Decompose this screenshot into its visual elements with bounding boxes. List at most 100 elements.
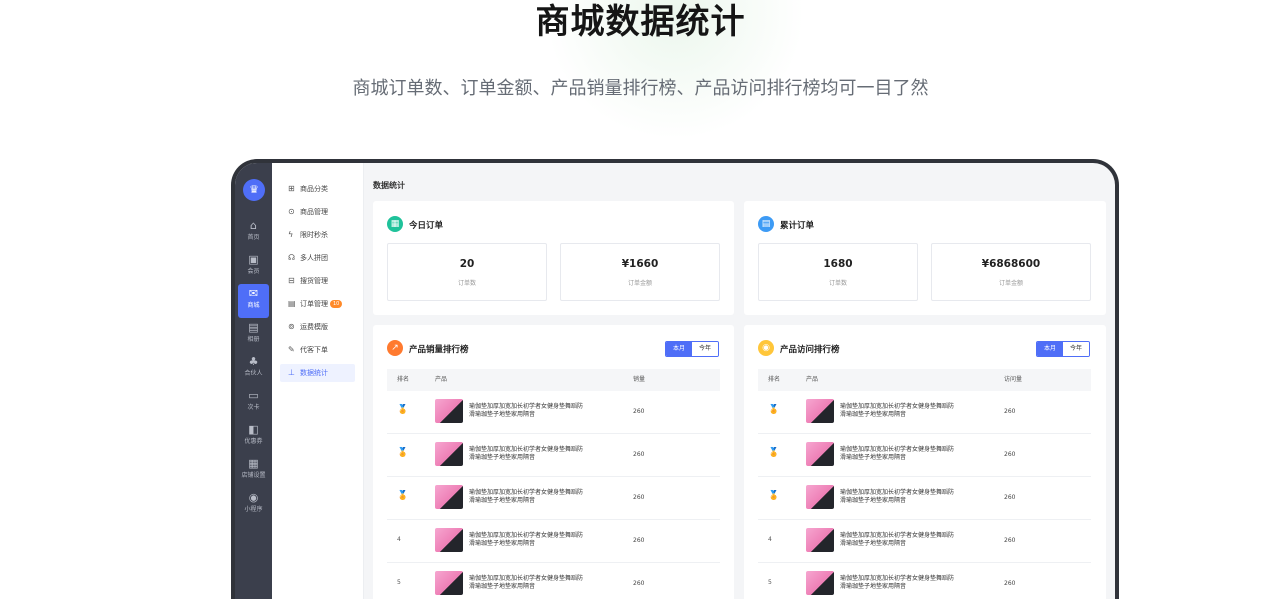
product-name: 瑜伽垫加厚加宽加长初学者女健身垫舞蹈防滑瑜珈垫子地垫家用隔音 [469, 532, 584, 547]
total-orders-card: ▤ 累计订单 1680 订单数 ¥6868600 订单金额 [744, 201, 1106, 315]
table-row[interactable]: 4 瑜伽垫加厚加宽加长初学者女健身垫舞蹈防滑瑜珈垫子地垫家用隔音 260 [758, 520, 1091, 563]
stat-label: 订单数 [828, 280, 847, 287]
product-thumbnail [806, 571, 834, 595]
tab-this-month[interactable]: 本月 [666, 342, 693, 356]
column-header-product: 产品 [435, 376, 448, 383]
order-count-badge: 10 [330, 300, 343, 308]
stat-label: 订单金额 [998, 280, 1023, 287]
rail-item-label: 商城 [247, 302, 260, 309]
table-row[interactable]: 🏅 瑜伽垫加厚加宽加长初学者女健身垫舞蹈防滑瑜珈垫子地垫家用隔音 260 [387, 391, 720, 434]
table-row[interactable]: 5 瑜伽垫加厚加宽加长初学者女健身垫舞蹈防滑瑜珈垫子地垫家用隔音 260 [387, 563, 720, 599]
submenu-item-flash-sale[interactable]: ϟ 限时秒杀 [280, 226, 355, 244]
card-title: 产品访问排行榜 [780, 345, 840, 355]
rail-item-album[interactable]: ▤ 相册 [235, 318, 272, 352]
product-name: 瑜伽垫加厚加宽加长初学者女健身垫舞蹈防滑瑜珈垫子地垫家用隔音 [840, 532, 955, 547]
submenu-item-label: 运费模版 [300, 323, 328, 331]
submenu-item-proxy-order[interactable]: ✎ 代客下单 [280, 341, 355, 359]
submenu-item-label: 搜货管理 [300, 277, 328, 285]
rail-item-miniapp[interactable]: ◉ 小程序 [235, 488, 272, 522]
submenu-item-statistics[interactable]: ⊥ 数据统计 [280, 364, 355, 382]
sidebar-rail: ♛ ⌂ 首页 ▣ 会员 ✉ 商城 ▤ 相册 ♣ 合伙人 ▭ 次卡 ◧ 优惠券 ▦… [235, 163, 272, 599]
rank-number: 4 [397, 536, 401, 543]
product-name: 瑜伽垫加厚加宽加长初学者女健身垫舞蹈防滑瑜珈垫子地垫家用隔音 [840, 446, 955, 461]
rail-item-label: 首页 [247, 234, 260, 241]
submenu-item-label: 数据统计 [300, 369, 328, 377]
rail-item-mall[interactable]: ✉ 商城 [238, 284, 269, 318]
today-orders-card: ▦ 今日订单 20 订单数 ¥1660 订单金额 [373, 201, 734, 315]
rail-item-coupon[interactable]: ◧ 优惠券 [235, 420, 272, 454]
submenu-item-label: 代客下单 [300, 346, 328, 354]
column-header-product: 产品 [806, 376, 819, 383]
coupon-icon: ◧ [248, 423, 259, 436]
submenu-item-category[interactable]: ⊞ 商品分类 [280, 180, 355, 198]
rail-item-store[interactable]: ▦ 店铺设置 [235, 454, 272, 488]
table-row[interactable]: 🏅 瑜伽垫加厚加宽加长初学者女健身垫舞蹈防滑瑜珈垫子地垫家用隔音 260 [758, 391, 1091, 434]
bronze-medal-icon: 🏅 [768, 491, 780, 501]
rail-item-label: 相册 [247, 336, 260, 343]
stat-order-amount: ¥1660 订单金额 [560, 243, 720, 301]
visit-value: 260 [1004, 537, 1016, 544]
visit-rank-card: ◉ 产品访问排行榜 本月 今年 排名 产品 访问量 🏅 瑜伽垫加厚加宽加长初学者… [744, 325, 1106, 599]
product-name: 瑜伽垫加厚加宽加长初学者女健身垫舞蹈防滑瑜珈垫子地垫家用隔音 [469, 446, 584, 461]
hero-title: 商城数据统计 [535, 2, 746, 42]
rail-item-label: 次卡 [247, 404, 260, 411]
rail-item-member[interactable]: ▣ 会员 [235, 250, 272, 284]
trend-up-icon: ↗ [387, 340, 403, 356]
submenu-item-orders[interactable]: ▤ 订单管理 10 [280, 295, 355, 313]
product-thumbnail [435, 399, 463, 423]
rail-item-label: 会员 [247, 268, 260, 275]
table-row[interactable]: 🏅 瑜伽垫加厚加宽加长初学者女健身垫舞蹈防滑瑜珈垫子地垫家用隔音 260 [758, 434, 1091, 477]
tab-this-month[interactable]: 本月 [1037, 342, 1064, 356]
rail-item-partner[interactable]: ♣ 合伙人 [235, 352, 272, 386]
column-header-sales: 销量 [633, 376, 646, 383]
stat-order-count: 20 订单数 [387, 243, 547, 301]
main-content: 数据统计 ▦ 今日订单 20 订单数 ¥1660 订单金额 ▤ 累计订单 168… [364, 163, 1115, 599]
visit-value: 260 [1004, 580, 1016, 587]
submenu-item-label: 商品分类 [300, 185, 328, 193]
submenu-item-shipping[interactable]: ⊚ 运费模版 [280, 318, 355, 336]
visit-value: 260 [1004, 408, 1016, 415]
clipboard-icon: ▤ [758, 216, 774, 232]
box-icon: ⊙ [288, 207, 295, 216]
flash-icon: ϟ [288, 230, 294, 239]
chart-icon: ⊥ [288, 368, 295, 377]
tab-this-year[interactable]: 今年 [692, 342, 719, 356]
rail-item-card[interactable]: ▭ 次卡 [235, 386, 272, 420]
rank-number: 4 [768, 536, 772, 543]
table-header: 排名 产品 销量 [387, 369, 720, 391]
order-icon: ▤ [288, 299, 296, 308]
product-name: 瑜伽垫加厚加宽加长初学者女健身垫舞蹈防滑瑜珈垫子地垫家用隔音 [840, 575, 955, 590]
sales-value: 260 [633, 580, 645, 587]
eye-icon: ◉ [758, 340, 774, 356]
shipping-icon: ⊚ [288, 322, 295, 331]
device-frame: ♛ ⌂ 首页 ▣ 会员 ✉ 商城 ▤ 相册 ♣ 合伙人 ▭ 次卡 ◧ 优惠券 ▦… [231, 159, 1119, 599]
sales-value: 260 [633, 451, 645, 458]
submenu-item-label: 多人拼团 [300, 254, 328, 262]
submenu-item-search-goods[interactable]: ⊟ 搜货管理 [280, 272, 355, 290]
tab-this-year[interactable]: 今年 [1063, 342, 1090, 356]
home-icon: ⌂ [250, 219, 257, 232]
store-icon: ▦ [248, 457, 259, 470]
stat-label: 订单金额 [627, 280, 652, 287]
table-row[interactable]: 4 瑜伽垫加厚加宽加长初学者女健身垫舞蹈防滑瑜珈垫子地垫家用隔音 260 [387, 520, 720, 563]
submenu-item-group-buy[interactable]: ☊ 多人拼团 [280, 249, 355, 267]
rail-item-home[interactable]: ⌂ 首页 [235, 216, 272, 250]
product-thumbnail [435, 442, 463, 466]
sales-rank-card: ↗ 产品销量排行榜 本月 今年 排名 产品 销量 🏅 瑜伽垫加厚加宽加长初学者女… [373, 325, 734, 599]
product-name: 瑜伽垫加厚加宽加长初学者女健身垫舞蹈防滑瑜珈垫子地垫家用隔音 [469, 403, 584, 418]
product-thumbnail [435, 485, 463, 509]
table-row[interactable]: 🏅 瑜伽垫加厚加宽加长初学者女健身垫舞蹈防滑瑜珈垫子地垫家用隔音 260 [758, 477, 1091, 520]
table-row[interactable]: 5 瑜伽垫加厚加宽加长初学者女健身垫舞蹈防滑瑜珈垫子地垫家用隔音 260 [758, 563, 1091, 599]
stat-value: 1680 [823, 258, 853, 270]
sales-value: 260 [633, 494, 645, 501]
rail-item-label: 合伙人 [244, 370, 263, 377]
stat-label: 订单数 [457, 280, 476, 287]
submenu-item-goods[interactable]: ⊙ 商品管理 [280, 203, 355, 221]
page-title: 数据统计 [373, 181, 405, 190]
table-row[interactable]: 🏅 瑜伽垫加厚加宽加长初学者女健身垫舞蹈防滑瑜珈垫子地垫家用隔音 260 [387, 477, 720, 520]
product-name: 瑜伽垫加厚加宽加长初学者女健身垫舞蹈防滑瑜珈垫子地垫家用隔音 [469, 489, 584, 504]
product-thumbnail [435, 528, 463, 552]
column-header-visits: 访问量 [1004, 376, 1023, 383]
group-icon: ☊ [288, 253, 296, 262]
table-row[interactable]: 🏅 瑜伽垫加厚加宽加长初学者女健身垫舞蹈防滑瑜珈垫子地垫家用隔音 260 [387, 434, 720, 477]
